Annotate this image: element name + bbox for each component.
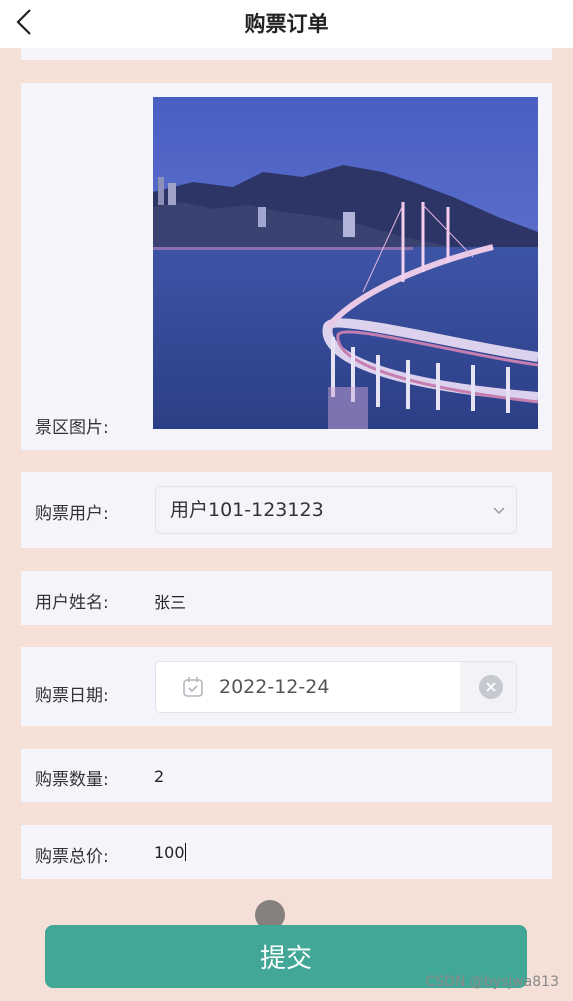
user-name-value: 张三 xyxy=(154,593,187,612)
header-bar: 购票订单 xyxy=(0,0,573,48)
date-clear-area xyxy=(460,662,516,712)
date-row: 购票日期: 2022-12-24 xyxy=(21,647,552,726)
buyer-label: 购票用户: xyxy=(35,504,109,524)
user-name-label: 用户姓名: xyxy=(35,593,109,613)
watermark: CSDN @bysjwa813 xyxy=(425,974,559,990)
quantity-value[interactable]: 2 xyxy=(154,767,164,786)
top-divider xyxy=(21,48,552,60)
buyer-select[interactable]: 用户101-123123 xyxy=(155,486,517,534)
total-price-label: 购票总价: xyxy=(35,847,109,867)
user-name-row: 用户姓名: 张三 xyxy=(21,571,552,625)
quantity-row: 购票数量: 2 xyxy=(21,749,552,802)
buyer-select-value: 用户101-123123 xyxy=(170,499,324,521)
buyer-row: 购票用户: 用户101-123123 xyxy=(21,472,552,548)
chevron-down-icon xyxy=(493,507,505,515)
text-caret xyxy=(184,843,186,861)
page-title: 购票订单 xyxy=(244,12,329,36)
date-label: 购票日期: xyxy=(35,686,109,706)
calendar-icon xyxy=(183,677,203,697)
date-value: 2022-12-24 xyxy=(219,676,330,698)
scenic-photo xyxy=(153,97,538,429)
total-price-field[interactable]: 100 xyxy=(154,843,186,862)
scenic-image-label: 景区图片: xyxy=(35,418,109,438)
total-price-value: 100 xyxy=(154,843,185,862)
quantity-label: 购票数量: xyxy=(35,770,109,790)
total-price-row: 购票总价: 100 xyxy=(21,825,552,879)
scenic-image-row: 景区图片: xyxy=(21,83,552,450)
close-circle-icon[interactable] xyxy=(479,675,503,699)
date-picker[interactable]: 2022-12-24 xyxy=(155,661,517,713)
